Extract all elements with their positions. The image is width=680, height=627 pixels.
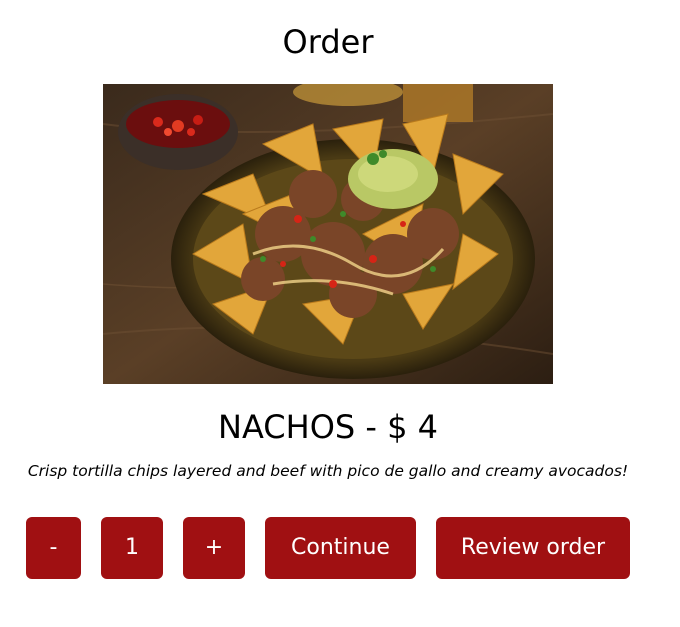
decrease-quantity-button[interactable]: -	[26, 517, 81, 579]
review-order-button[interactable]: Review order	[436, 517, 630, 579]
product-image	[103, 84, 553, 384]
product-title: NACHOS - $ 4	[218, 408, 438, 446]
product-description: Crisp tortilla chips layered and beef wi…	[27, 462, 629, 480]
increase-quantity-button[interactable]: +	[183, 517, 245, 579]
continue-button[interactable]: Continue	[265, 517, 416, 579]
page-title: Order	[282, 23, 374, 61]
quantity-display: 1	[101, 517, 163, 579]
